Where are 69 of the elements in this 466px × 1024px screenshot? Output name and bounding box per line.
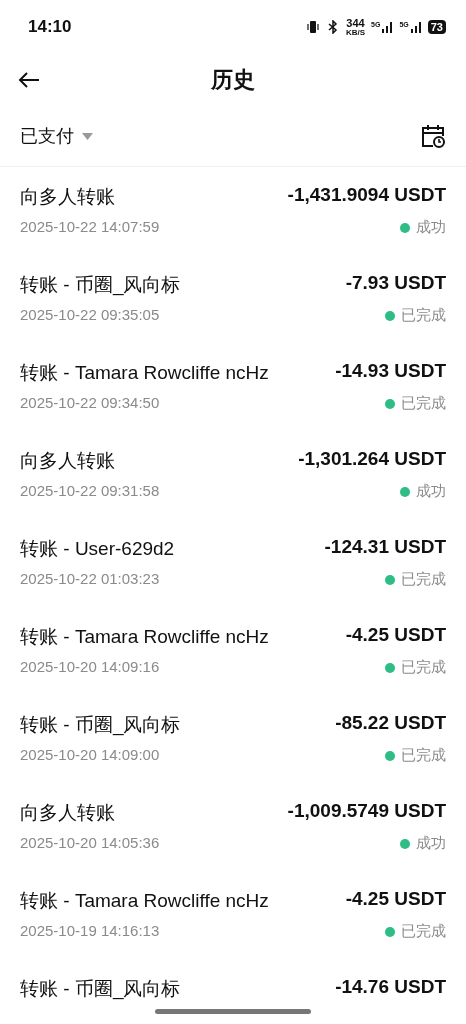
transaction-amount: -1,301.264 USDT	[298, 448, 446, 471]
transaction-amount: -14.93 USDT	[335, 360, 446, 383]
transaction-title: 转账 - Tamara Rowcliffe ncHz	[20, 361, 270, 385]
signal-icon	[381, 21, 394, 33]
status-dot	[385, 750, 395, 761]
page-title: 历史	[211, 66, 255, 94]
transaction-title: 转账 - 币圈_风向标	[20, 713, 182, 738]
transaction-date: 2025-10-22 09:34:50	[20, 394, 161, 413]
transaction-status: 成功	[416, 482, 446, 501]
transaction-amount: -7.93 USDT	[345, 272, 446, 295]
transaction-title: 转账 - Tamara Rowcliffe ncHz	[20, 889, 270, 913]
calendar-icon[interactable]	[420, 123, 446, 149]
transaction-title: 转账 - 币圈_风向标	[20, 273, 182, 298]
transaction-status: 已完成	[401, 306, 446, 325]
transaction-amount: -1,009.5749 USDT	[287, 800, 446, 823]
transaction-title: 向多人转账	[20, 801, 116, 825]
status-dot	[385, 310, 395, 321]
transaction-amount: -124.31 USDT	[324, 536, 446, 559]
transaction-date: 2025-10-20 14:09:00	[20, 746, 161, 765]
transaction-date: 2025-10-20 14:09:16	[20, 658, 161, 677]
speed-unit: KB/S	[345, 28, 366, 37]
transaction-status: 已完成	[401, 746, 446, 765]
transaction-date: 2025-10-22 01:03:23	[20, 570, 161, 589]
transaction-date: 2025-10-22 09:35:05	[20, 306, 161, 325]
transaction-row[interactable]: 转账 - Tamara Rowcliffe ncHz -4.25 USDT 2025-10-20 14:09:16 已完成	[0, 607, 466, 695]
status-dot	[400, 222, 410, 233]
transaction-row[interactable]: 向多人转账 -1,301.264 USDT 2025-10-22 09:31:58 成功	[0, 431, 466, 519]
status-dot	[385, 926, 395, 937]
transaction-title: 转账 - 币圈_风向标	[20, 977, 182, 1002]
transaction-title: 向多人转账	[20, 185, 116, 209]
status-dot	[385, 662, 395, 673]
transaction-amount: -4.25 USDT	[345, 624, 446, 647]
status-dot	[385, 398, 395, 409]
transaction-status: 已完成	[401, 658, 446, 677]
battery-level: 73	[427, 20, 446, 34]
status-dot	[400, 838, 410, 849]
transaction-row[interactable]: 向多人转账 -1,431.9094 USDT 2025-10-22 14:07:59 成功	[0, 167, 466, 255]
network-speed: 344	[346, 17, 365, 29]
status-dot	[400, 486, 410, 497]
transaction-status: 成功	[416, 218, 446, 237]
transaction-title: 转账 - Tamara Rowcliffe ncHz	[20, 625, 270, 649]
vibrate-icon	[305, 20, 320, 34]
transaction-row[interactable]: 转账 - Tamara Rowcliffe ncHz -4.25 USDT 2025-10-19 14:16:13 已完成	[0, 871, 466, 959]
transaction-row[interactable]: 向多人转账 -1,009.5749 USDT 2025-10-20 14:05:36 成功	[0, 783, 466, 871]
transaction-status: 已完成	[401, 922, 446, 941]
transaction-amount: -1,431.9094 USDT	[287, 184, 446, 207]
transaction-row[interactable]: 转账 - 币圈_风向标 -7.93 USDT 2025-10-22 09:35:05 已完成	[0, 255, 466, 343]
transaction-row[interactable]: 转账 - 币圈_风向标 -14.76 USDT	[0, 959, 466, 1024]
transaction-status: 已完成	[401, 394, 446, 413]
transaction-amount: -4.25 USDT	[345, 888, 446, 911]
transaction-title: 向多人转账	[20, 449, 116, 473]
status-dot	[385, 574, 395, 585]
transaction-row[interactable]: 转账 - User-629d2 -124.31 USDT 2025-10-22 01:03:23 已完成	[0, 519, 466, 607]
transaction-date: 2025-10-22 14:07:59	[20, 218, 161, 237]
transaction-row[interactable]: 转账 - Tamara Rowcliffe ncHz -14.93 USDT 2025-10-22 09:34:50 已完成	[0, 343, 466, 431]
signal-icon	[409, 21, 422, 33]
transaction-date: 2025-10-19 14:16:13	[20, 922, 161, 941]
status-filter-dropdown[interactable]: 已支付	[20, 124, 93, 148]
transaction-amount: -14.76 USDT	[335, 976, 446, 999]
transaction-row[interactable]: 转账 - 币圈_风向标 -85.22 USDT 2025-10-20 14:09:00 已完成	[0, 695, 466, 783]
transaction-date: 2025-10-20 14:05:36	[20, 834, 161, 853]
transaction-status: 已完成	[401, 570, 446, 589]
transaction-status: 成功	[416, 834, 446, 853]
transaction-title: 转账 - User-629d2	[20, 537, 176, 561]
back-arrow-icon[interactable]	[18, 71, 40, 89]
caret-icon	[82, 132, 93, 140]
transaction-amount: -85.22 USDT	[335, 712, 446, 735]
transaction-date: 2025-10-22 09:31:58	[20, 482, 161, 501]
clock-time: 14:10	[28, 17, 72, 37]
